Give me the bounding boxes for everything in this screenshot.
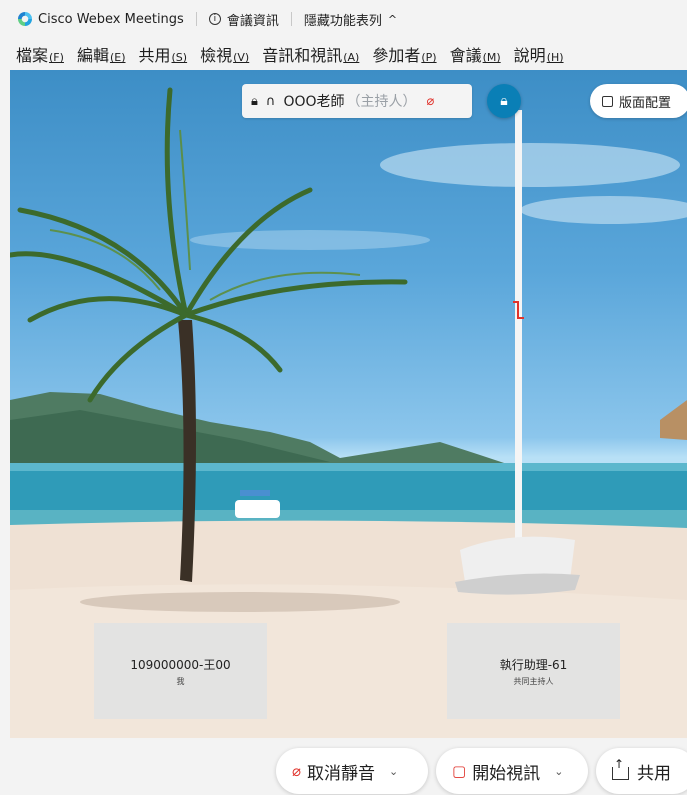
- unmute-label: 取消靜音: [307, 763, 376, 784]
- meeting-info-button[interactable]: i 會議資訊: [208, 10, 279, 29]
- layout-button[interactable]: 版面配置: [590, 84, 687, 118]
- meeting-lock-button[interactable]: 🔒︎: [487, 84, 521, 118]
- video-off-icon: ▢: [452, 762, 467, 780]
- webex-logo-icon: [18, 12, 32, 26]
- active-speaker-chip[interactable]: 🔒︎ ∩ OOO老師 （主持人） ⌀: [242, 84, 472, 118]
- participant-name: 109000000-王00: [130, 657, 231, 672]
- menu-file[interactable]: 檔案(F): [16, 42, 64, 66]
- participant-name: 執行助理-61: [499, 657, 568, 672]
- participant-tile-assistant[interactable]: 執行助理-61 共同主持人: [447, 623, 620, 719]
- layout-label: 版面配置: [619, 95, 672, 111]
- share-button[interactable]: 共用: [596, 748, 687, 794]
- share-icon: [612, 757, 629, 780]
- menu-bar: 檔案(F) 編輯(E) 共用(S) 檢視(V) 音訊和視訊(A) 參加者(P) …: [0, 38, 687, 70]
- lock-icon: 🔒︎: [251, 93, 258, 109]
- mic-muted-icon: ⌀: [426, 93, 435, 109]
- chevron-down-icon[interactable]: ⌄: [389, 765, 398, 778]
- share-label: 共用: [637, 763, 671, 784]
- layout-icon: [602, 95, 613, 107]
- host-role: （主持人）: [346, 94, 417, 110]
- menu-participant[interactable]: 參加者(P): [372, 42, 436, 66]
- menu-share[interactable]: 共用(S): [139, 42, 188, 66]
- lock-icon: 🔒︎: [500, 93, 508, 109]
- menu-help[interactable]: 說明(H): [514, 42, 564, 66]
- chevron-down-icon[interactable]: ⌄: [554, 765, 563, 778]
- start-video-button[interactable]: ▢ 開始視訊 ⌄: [436, 748, 588, 794]
- menu-view[interactable]: 檢視(V): [200, 42, 249, 66]
- menu-meeting[interactable]: 會議(M): [450, 42, 501, 66]
- divider: [290, 12, 292, 26]
- participant-tile-self[interactable]: 109000000-王00 我: [94, 623, 267, 719]
- participant-role: 共同主持人: [513, 676, 554, 686]
- divider: [195, 12, 197, 26]
- headset-icon: ∩: [265, 93, 276, 109]
- start-video-label: 開始視訊: [472, 763, 541, 784]
- unmute-button[interactable]: ⌀ 取消靜音 ⌄: [276, 748, 428, 794]
- hide-menu-button[interactable]: 隱藏功能表列 ^: [304, 10, 397, 29]
- mic-muted-icon: ⌀: [292, 762, 302, 780]
- meeting-controls-bar: ⌀ 取消靜音 ⌄ ▢ 開始視訊 ⌄ 共用: [0, 738, 687, 795]
- menu-edit[interactable]: 編輯(E): [77, 42, 126, 66]
- video-stage: 109000000-王00 我 執行助理-61 共同主持人: [10, 70, 687, 738]
- host-name: OOO老師: [283, 94, 345, 110]
- menu-audio-video[interactable]: 音訊和視訊(A): [262, 42, 359, 66]
- title-bar: Cisco Webex Meetings i 會議資訊 隱藏功能表列 ^: [0, 0, 687, 38]
- chevron-up-icon: ^: [387, 12, 398, 26]
- hide-menu-label: 隱藏功能表列: [303, 13, 382, 29]
- info-icon: i: [208, 13, 221, 25]
- participant-role: 我: [176, 676, 185, 686]
- app-title: Cisco Webex Meetings: [38, 11, 184, 27]
- meeting-info-label: 會議資訊: [226, 13, 279, 29]
